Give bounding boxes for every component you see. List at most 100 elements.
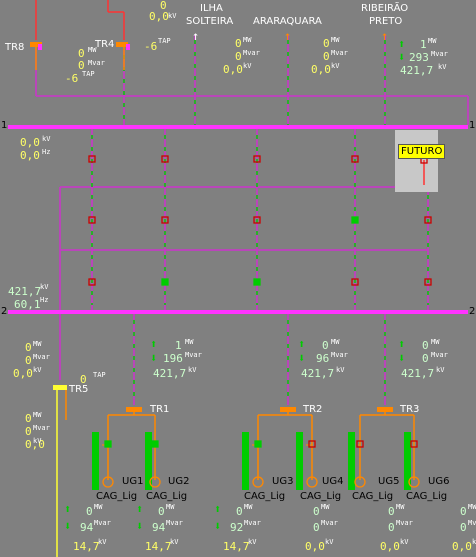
unit-kv: kV — [33, 366, 42, 374]
cag-status-label: CAG_Lig — [352, 491, 394, 502]
ilha-kv: 0,0 — [223, 63, 243, 76]
cag-status-label: CAG_Lig — [300, 491, 342, 502]
tr3-label: TR3 — [400, 404, 420, 415]
tap-unit: TAP — [93, 371, 106, 379]
breaker-257-3 — [253, 278, 261, 286]
tr4-transformer[interactable] — [116, 42, 130, 70]
unit-mvar: Mvar — [431, 351, 448, 359]
unit-mw-unit: MW — [244, 503, 253, 511]
unit-kv: kV — [436, 366, 445, 374]
unit-name-label: UG6 — [428, 476, 450, 487]
tr5-kv: 0,0 — [13, 367, 33, 380]
unit-mvar: 94 — [80, 521, 94, 534]
unit-kv: kV — [168, 12, 177, 20]
arrow-down-icon: ⬇ — [214, 519, 222, 533]
tr8-mvar: 0 — [78, 59, 85, 72]
tr2-kv: 421,7 — [301, 367, 335, 380]
tr3-mw: 0 — [422, 339, 429, 352]
generator-branch[interactable] — [404, 415, 420, 490]
unit-mw: MW — [428, 37, 437, 45]
line-label-solteira: SOLTEIRA — [186, 16, 234, 27]
arrow-down-icon: ⬇ — [298, 351, 306, 365]
unit-kv: kV — [40, 283, 49, 291]
generator-branch[interactable] — [145, 415, 161, 490]
line-label-araraquara: ARARAQUARA — [253, 16, 322, 27]
unit-mvar-unit: Mvar — [468, 519, 476, 527]
generator-branch[interactable] — [296, 415, 318, 490]
tr1-mvar: 196 — [163, 352, 183, 365]
unit-mw: 0 — [236, 505, 243, 518]
unit-mw-unit: MW — [468, 503, 476, 511]
unit-name-label: UG2 — [168, 476, 190, 487]
unit-kv-unit: kV — [170, 538, 179, 546]
unit-mvar: Mvar — [331, 49, 348, 57]
bus-1[interactable] — [8, 125, 468, 129]
tr8-mw: 0 — [78, 47, 85, 60]
unit-mw: MW — [185, 338, 194, 346]
unit-kv: kV — [42, 135, 51, 143]
arrow-up-icon: ⬆ — [136, 502, 144, 516]
unit-mvar-unit: Mvar — [94, 519, 111, 527]
tr5-mw-b: 0 — [25, 412, 32, 425]
unit-mw: 0 — [86, 505, 93, 518]
unit-kv: 0,0 — [305, 540, 325, 553]
arar-kv: 0,0 — [311, 63, 331, 76]
unit-mw: 0 — [388, 505, 395, 518]
breaker-355-2 — [351, 216, 359, 224]
unit-mvar: Mvar — [33, 424, 50, 432]
unit-kv: 14,7 — [223, 540, 250, 553]
cag-status-label: CAG_Lig — [96, 491, 138, 502]
tr8-label: TR8 — [5, 42, 25, 53]
generator-branch[interactable] — [348, 415, 366, 490]
bus-2[interactable] — [8, 310, 468, 314]
unit-kv: 14,7 — [145, 540, 172, 553]
unit-mw: MW — [88, 46, 97, 54]
generator-branch[interactable] — [92, 415, 114, 490]
tr5-mvar: 0 — [25, 354, 32, 367]
tr2-label: TR2 — [303, 404, 323, 415]
unit-kv-unit: kV — [400, 538, 409, 546]
tr1-mw: 1 — [175, 339, 182, 352]
tr2-mvar: 96 — [316, 352, 330, 365]
arrow-down-icon: ⬇ — [150, 351, 158, 365]
unit-mvar-unit: Mvar — [396, 519, 413, 527]
unit-mvar: Mvar — [243, 49, 260, 57]
unit-mw: MW — [33, 340, 42, 348]
tr8-transformer[interactable] — [30, 42, 42, 70]
unit-mw: MW — [431, 338, 440, 346]
rib-mvar: 293 — [409, 51, 429, 64]
tap-unit: TAP — [158, 37, 171, 45]
transformer-tr1[interactable] — [108, 407, 155, 416]
unit-name-label: UG3 — [272, 476, 294, 487]
unit-mw-unit: MW — [321, 503, 330, 511]
unit-mvar: Mvar — [33, 353, 50, 361]
breakers[interactable] — [88, 155, 432, 286]
futuro-bay — [395, 130, 438, 192]
generator-branch[interactable] — [242, 415, 264, 490]
ilha-mw: 0 — [235, 37, 242, 50]
incoming-lines — [35, 0, 125, 40]
unit-mvar: 94 — [152, 521, 166, 534]
unit-kv-unit: kV — [472, 538, 476, 546]
line-label-preto: PRETO — [369, 16, 403, 27]
arar-mw: 0 — [323, 37, 330, 50]
arrow-down-icon: ⬇ — [64, 519, 72, 533]
rib-mw: 1 — [420, 38, 427, 51]
tr5-label: TR5 — [69, 384, 89, 395]
unit-hz: Hz — [40, 296, 49, 304]
cag-status-label: CAG_Lig — [406, 491, 448, 502]
unit-mw: MW — [331, 338, 340, 346]
tr2-mw: 0 — [322, 339, 329, 352]
arrow-down-icon: ⬇ — [398, 351, 406, 365]
bus2-kv: 421,7 — [8, 285, 42, 298]
unit-kv: kV — [33, 437, 42, 445]
unit-kv: 14,7 — [73, 540, 100, 553]
unit-mvar: 0 — [388, 521, 395, 534]
bus1-hz: 0,0 — [20, 149, 40, 162]
bus1-label-left: 1 — [1, 120, 8, 131]
arrow-down-icon: ⬇ — [136, 519, 144, 533]
unit-mvar: Mvar — [331, 351, 348, 359]
unit-mw-unit: MW — [166, 503, 175, 511]
arrow-up-icon: ⬆ — [298, 337, 306, 351]
unit-mw: 0 — [313, 505, 320, 518]
